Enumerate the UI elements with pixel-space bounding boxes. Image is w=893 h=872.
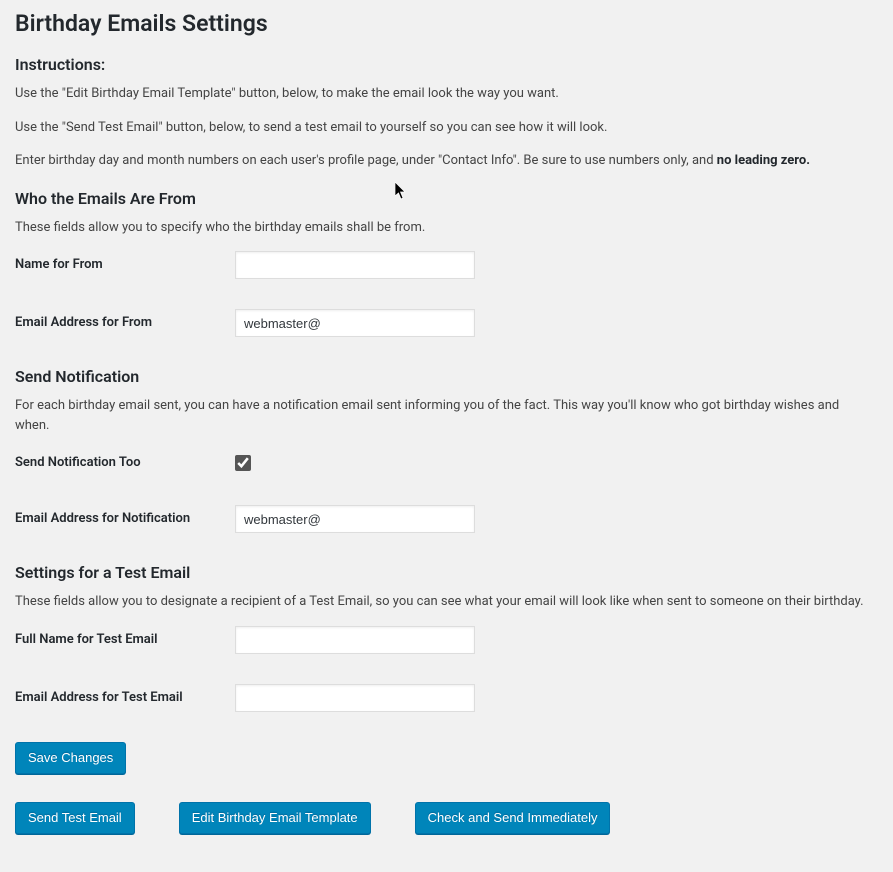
instructions-p3-bold: no leading zero. [717, 153, 810, 168]
instructions-p3: Enter birthday day and month numbers on … [15, 151, 873, 171]
notify-email-label: Email Address for Notification [15, 505, 235, 526]
test-heading: Settings for a Test Email [15, 563, 873, 582]
from-name-label: Name for From [15, 251, 235, 272]
edit-template-button[interactable]: Edit Birthday Email Template [179, 802, 371, 834]
test-email-input[interactable] [235, 684, 475, 712]
notify-desc: For each birthday email sent, you can ha… [15, 396, 873, 435]
notify-heading: Send Notification [15, 367, 873, 386]
instructions-heading: Instructions: [15, 55, 873, 74]
from-heading: Who the Emails Are From [15, 189, 873, 208]
test-name-input[interactable] [235, 626, 475, 654]
instructions-p1: Use the "Edit Birthday Email Template" b… [15, 84, 873, 104]
check-send-button[interactable]: Check and Send Immediately [415, 802, 611, 834]
from-email-label: Email Address for From [15, 309, 235, 330]
from-desc: These fields allow you to specify who th… [15, 218, 873, 238]
notify-toggle-checkbox[interactable] [235, 455, 251, 471]
save-button[interactable]: Save Changes [15, 742, 126, 774]
page-title: Birthday Emails Settings [15, 10, 873, 37]
instructions-p3-text: Enter birthday day and month numbers on … [15, 153, 717, 168]
from-email-input[interactable] [235, 309, 475, 337]
test-name-label: Full Name for Test Email [15, 626, 235, 647]
notify-email-input[interactable] [235, 505, 475, 533]
notify-toggle-label: Send Notification Too [15, 449, 235, 470]
from-name-input[interactable] [235, 251, 475, 279]
test-desc: These fields allow you to designate a re… [15, 592, 873, 612]
instructions-p2: Use the "Send Test Email" button, below,… [15, 118, 873, 138]
send-test-button[interactable]: Send Test Email [15, 802, 135, 834]
test-email-label: Email Address for Test Email [15, 684, 235, 705]
